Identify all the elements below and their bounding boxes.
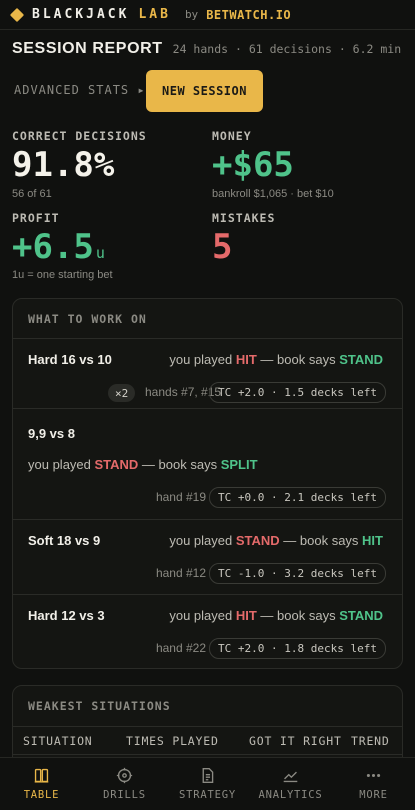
money-label: MONEY [212,129,252,143]
column-header-times-played[interactable]: TIMES PLAYED [126,734,219,748]
played-action: HIT [235,352,257,367]
mistake-item[interactable]: 9,9 vs 8 you played STAND — book says SP… [13,409,402,520]
mistake-item[interactable]: Hard 12 vs 3 you played HIT — book says … [13,595,402,668]
advanced-stats-link[interactable]: ADVANCED STATS ▸ [14,83,146,97]
nav-label: TABLE [23,789,60,801]
verdict-text: you played HIT — book says STAND [169,352,383,367]
new-session-button[interactable]: NEW SESSION [146,70,263,112]
verdict-prefix: you played [169,533,236,548]
work-on-title: WHAT TO WORK ON [13,299,402,339]
bottom-nav: TABLE DRILLS STRATEGY ANALYTICS MORE [0,757,415,810]
played-action: STAND [94,457,139,472]
weakest-title: WEAKEST SITUATIONS [28,699,171,713]
more-icon [366,773,381,778]
verdict-text: you played STAND — book says SPLIT [28,457,258,472]
document-icon [202,768,214,783]
nav-item-drills[interactable]: DRILLS [83,758,166,810]
nav-item-analytics[interactable]: ANALYTICS [249,758,332,810]
true-count-pill: TC +2.0 · 1.8 decks left [209,638,386,659]
brand-name: BLACKJACK LAB [32,7,171,22]
verdict-mid: — book says [138,457,221,472]
profit-label: PROFIT [12,211,60,225]
money-sub: bankroll $1,065 · bet $10 [212,188,334,200]
true-count-pill: TC +2.0 · 1.5 decks left [209,382,386,403]
partner-link[interactable]: BETWATCH.IO [206,8,291,22]
mistakes-value: 5 [212,227,233,267]
verdict-mid: — book says [279,533,363,548]
chart-icon [283,771,298,783]
nav-item-table[interactable]: TABLE [0,758,83,810]
verdict-text: you played STAND — book says HIT [169,533,383,548]
column-header-got-it-right[interactable]: GOT IT RIGHT [249,734,342,748]
verdict-mid: — book says [256,352,340,367]
hand-numbers: hand #22 [155,641,206,655]
divider [13,726,402,727]
nav-label: STRATEGY [179,789,236,801]
book-action: STAND [339,608,383,623]
hand-numbers: hand #19 [155,490,206,504]
nav-label: DRILLS [103,789,146,801]
column-header-situation[interactable]: SITUATION [23,734,93,748]
table-icon [34,768,49,783]
correct-decisions-label: CORRECT DECISIONS [12,129,147,143]
session-header: SESSION REPORT 24 hands · 61 decisions ·… [12,40,401,58]
money-value: +$65 [212,145,294,185]
situation-label: Hard 12 vs 3 [28,608,105,623]
mistakes-label: MISTAKES [212,211,276,225]
mistake-item[interactable]: Soft 18 vs 9 you played STAND — book say… [13,520,402,595]
target-icon [116,767,133,784]
profit-value: +6.5 u [12,227,105,267]
brand-accent: LAB [138,7,171,22]
book-action: STAND [339,352,383,367]
by-label: by [184,8,199,21]
verdict-text: you played HIT — book says STAND [169,608,383,623]
correct-decisions-sub: 56 of 61 [12,188,52,200]
profit-unit: u [95,244,105,262]
situation-label: Soft 18 vs 9 [28,533,101,548]
hand-numbers: hand #12 [155,566,206,580]
column-header-trend[interactable]: TREND [351,734,390,748]
page-title: SESSION REPORT [12,40,163,57]
true-count-pill: TC -1.0 · 3.2 decks left [209,563,386,584]
verdict-prefix: you played [169,352,236,367]
situation-label: 9,9 vs 8 [28,426,75,441]
profit-sub: 1u = one starting bet [12,269,113,281]
repeat-count-badge: ×2 [108,384,136,402]
true-count-pill: TC +0.0 · 2.1 decks left [209,487,386,508]
situation-label: Hard 16 vs 10 [28,352,112,367]
nav-label: MORE [359,789,388,801]
brand-word: BLACKJACK [32,7,130,22]
top-bar: BLACKJACK LAB by BETWATCH.IO [0,0,415,30]
verdict-prefix: you played [28,457,95,472]
book-action: HIT [362,533,383,548]
work-on-card: WHAT TO WORK ON Hard 16 vs 10 you played… [12,298,403,669]
correct-decisions-value: 91.8% [12,145,115,185]
played-action: HIT [235,608,257,623]
mistake-item[interactable]: Hard 16 vs 10 you played HIT — book says… [13,339,402,409]
nav-item-more[interactable]: MORE [332,758,415,810]
divider [13,754,402,755]
book-action: SPLIT [220,457,258,472]
nav-label: ANALYTICS [258,789,323,801]
verdict-mid: — book says [256,608,340,623]
profit-number: +6.5 [12,227,94,267]
played-action: STAND [235,533,280,548]
nav-item-strategy[interactable]: STRATEGY [166,758,249,810]
verdict-prefix: you played [169,608,236,623]
session-meta: 24 hands · 61 decisions · 6.2 min [172,42,402,56]
diamond-icon [9,7,25,22]
